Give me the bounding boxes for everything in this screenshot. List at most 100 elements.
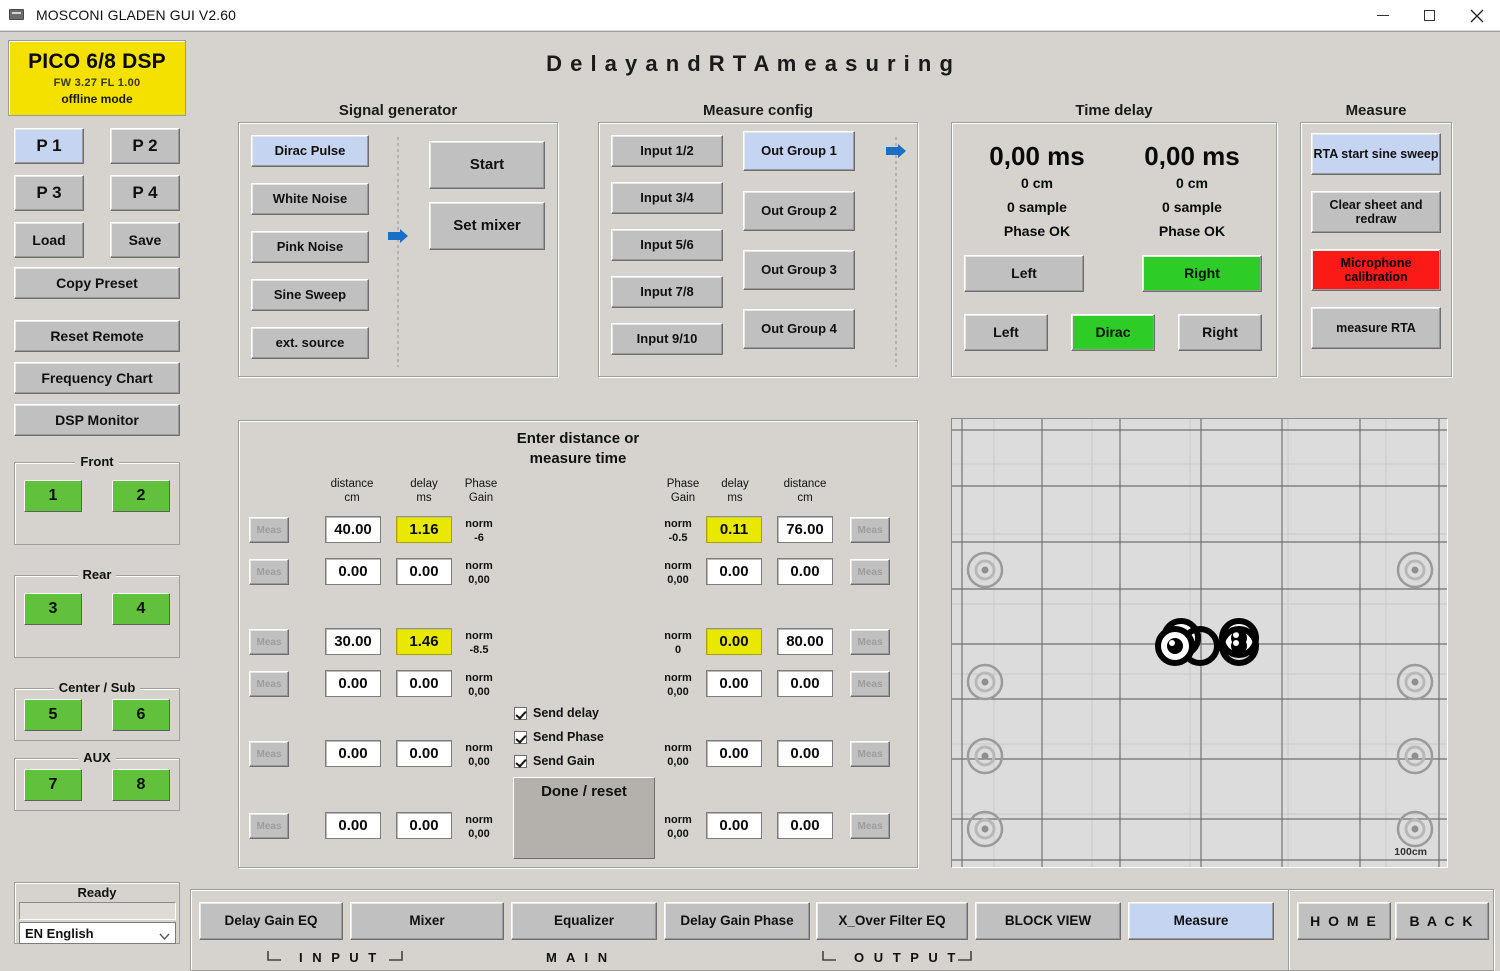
channel-button-7[interactable]: 7	[24, 769, 82, 801]
delay-field-left-3[interactable]: 1.46	[396, 628, 452, 655]
source-button-white-noise[interactable]: White Noise	[251, 183, 369, 215]
tab-mixer[interactable]: Mixer	[350, 902, 504, 940]
tab-measure[interactable]: Measure	[1128, 902, 1274, 940]
back-button[interactable]: B A C K	[1395, 902, 1489, 940]
delay-field-right-1[interactable]: 0.11	[706, 516, 762, 543]
meas-button-right-4[interactable]: Meas	[850, 671, 890, 697]
maximize-icon[interactable]	[1406, 0, 1453, 31]
set-mixer-button[interactable]: Set mixer	[429, 202, 545, 250]
measure-left-button[interactable]: Left	[964, 314, 1048, 351]
tab-equalizer[interactable]: Equalizer	[511, 902, 657, 940]
checkbox-send-gain-box[interactable]	[514, 754, 527, 768]
delay-field-right-3[interactable]: 0.00	[706, 628, 762, 655]
distance-field-right-4[interactable]: 0.00	[777, 670, 833, 697]
meas-button-left-6[interactable]: Meas	[249, 813, 289, 839]
delay-field-right-5[interactable]: 0.00	[706, 740, 762, 767]
input-button-5-6[interactable]: Input 5/6	[611, 229, 723, 261]
input-button-9-10[interactable]: Input 9/10	[611, 323, 723, 355]
frequency-chart-button[interactable]: Frequency Chart	[14, 362, 180, 394]
done-reset-button[interactable]: Done / reset	[513, 777, 655, 859]
delay-field-left-2[interactable]: 0.00	[396, 558, 452, 585]
channel-button-5[interactable]: 5	[24, 699, 82, 731]
out-group-button-4[interactable]: Out Group 4	[743, 309, 855, 349]
delay-field-left-5[interactable]: 0.00	[396, 740, 452, 767]
time-delay-left-button[interactable]: Left	[964, 255, 1084, 292]
out-group-button-2[interactable]: Out Group 2	[743, 191, 855, 231]
home-button[interactable]: H O M E	[1297, 902, 1391, 940]
distance-field-left-5[interactable]: 0.00	[325, 740, 381, 767]
meas-button-right-2[interactable]: Meas	[850, 559, 890, 585]
clear-sheet-redraw-button[interactable]: Clear sheet and redraw	[1311, 191, 1441, 233]
tab-delay-gain-phase[interactable]: Delay Gain Phase	[664, 902, 810, 940]
checkbox-send-delay-box[interactable]	[514, 706, 527, 720]
meas-button-right-1[interactable]: Meas	[850, 517, 890, 543]
measure-rta-button[interactable]: measure RTA	[1311, 307, 1441, 349]
distance-field-right-3[interactable]: 80.00	[777, 628, 833, 655]
copy-preset-button[interactable]: Copy Preset	[14, 267, 180, 299]
tab-x-over-filter-eq[interactable]: X_Over Filter EQ	[816, 902, 968, 940]
meas-button-right-6[interactable]: Meas	[850, 813, 890, 839]
delay-field-right-6[interactable]: 0.00	[706, 812, 762, 839]
meas-button-left-3[interactable]: Meas	[249, 629, 289, 655]
distance-field-right-2[interactable]: 0.00	[777, 558, 833, 585]
meas-button-right-3[interactable]: Meas	[850, 629, 890, 655]
load-button[interactable]: Load	[14, 222, 84, 258]
channel-button-3[interactable]: 3	[24, 593, 82, 625]
out-group-button-3[interactable]: Out Group 3	[743, 250, 855, 290]
tab-block-view[interactable]: BLOCK VIEW	[975, 902, 1121, 940]
meas-button-left-2[interactable]: Meas	[249, 559, 289, 585]
input-button-1-2[interactable]: Input 1/2	[611, 135, 723, 167]
tab-delay-gain-eq[interactable]: Delay Gain EQ	[199, 902, 343, 940]
channel-button-1[interactable]: 1	[24, 480, 82, 512]
start-button[interactable]: Start	[429, 141, 545, 189]
measure-dirac-button[interactable]: Dirac	[1071, 314, 1155, 351]
preset-button-p3[interactable]: P 3	[14, 175, 84, 211]
source-button-ext-source[interactable]: ext. source	[251, 327, 369, 359]
source-button-sine-sweep[interactable]: Sine Sweep	[251, 279, 369, 311]
time-delay-right-button[interactable]: Right	[1142, 255, 1262, 292]
distance-field-right-5[interactable]: 0.00	[777, 740, 833, 767]
speaker-position-diagram[interactable]: 100cm	[951, 418, 1448, 868]
meas-button-left-5[interactable]: Meas	[249, 741, 289, 767]
dsp-monitor-button[interactable]: DSP Monitor	[14, 404, 180, 436]
input-button-3-4[interactable]: Input 3/4	[611, 182, 723, 214]
distance-field-left-1[interactable]: 40.00	[325, 516, 381, 543]
preset-button-p1[interactable]: P 1	[14, 128, 84, 164]
distance-field-right-1[interactable]: 76.00	[777, 516, 833, 543]
minimize-icon[interactable]	[1359, 0, 1406, 31]
reset-remote-button[interactable]: Reset Remote	[14, 320, 180, 352]
close-icon[interactable]	[1453, 0, 1500, 31]
channel-button-8[interactable]: 8	[112, 769, 170, 801]
measure-right-button[interactable]: Right	[1178, 314, 1262, 351]
out-group-button-1[interactable]: Out Group 1	[743, 131, 855, 171]
delay-field-left-1[interactable]: 1.16	[396, 516, 452, 543]
distance-field-right-6[interactable]: 0.00	[777, 812, 833, 839]
channel-button-4[interactable]: 4	[112, 593, 170, 625]
rta-start-sine-sweep-button[interactable]: RTA start sine sweep	[1311, 133, 1441, 175]
checkbox-send-gain[interactable]: Send Gain	[514, 754, 595, 768]
delay-field-right-2[interactable]: 0.00	[706, 558, 762, 585]
delay-field-left-4[interactable]: 0.00	[396, 670, 452, 697]
distance-field-left-6[interactable]: 0.00	[325, 812, 381, 839]
distance-field-left-4[interactable]: 0.00	[325, 670, 381, 697]
microphone-calibration-button[interactable]: Microphone calibration	[1311, 249, 1441, 291]
delay-field-left-6[interactable]: 0.00	[396, 812, 452, 839]
checkbox-send-phase[interactable]: Send Phase	[514, 730, 604, 744]
checkbox-send-delay[interactable]: Send delay	[514, 706, 599, 720]
distance-field-left-2[interactable]: 0.00	[325, 558, 381, 585]
source-button-pink-noise[interactable]: Pink Noise	[251, 231, 369, 263]
preset-button-p4[interactable]: P 4	[110, 175, 180, 211]
meas-button-right-5[interactable]: Meas	[850, 741, 890, 767]
meas-button-left-1[interactable]: Meas	[249, 517, 289, 543]
input-button-7-8[interactable]: Input 7/8	[611, 276, 723, 308]
delay-field-right-4[interactable]: 0.00	[706, 670, 762, 697]
preset-button-p2[interactable]: P 2	[110, 128, 180, 164]
checkbox-send-phase-box[interactable]	[514, 730, 527, 744]
save-button[interactable]: Save	[110, 222, 180, 258]
distance-field-left-3[interactable]: 30.00	[325, 628, 381, 655]
source-button-dirac-pulse[interactable]: Dirac Pulse	[251, 135, 369, 167]
channel-button-2[interactable]: 2	[112, 480, 170, 512]
language-select[interactable]: EN English	[19, 922, 176, 944]
channel-button-6[interactable]: 6	[112, 699, 170, 731]
meas-button-left-4[interactable]: Meas	[249, 671, 289, 697]
